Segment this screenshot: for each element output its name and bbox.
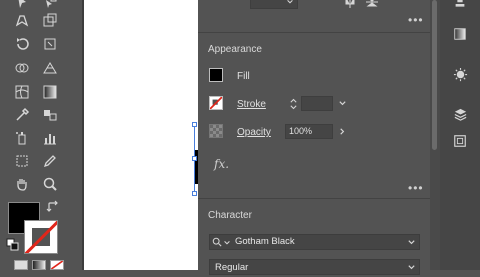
align-panel-icon[interactable] <box>450 0 470 14</box>
selection-handle-top[interactable] <box>192 122 197 127</box>
rotate-tool-icon[interactable] <box>12 34 32 54</box>
selection-handle-bottom[interactable] <box>192 191 197 196</box>
flip-horizontal-icon[interactable] <box>344 0 356 8</box>
transform-chevron-icon[interactable] <box>284 0 296 8</box>
transform-more-options-icon[interactable]: ••• <box>408 13 424 27</box>
default-fill-stroke-icon[interactable] <box>6 238 20 252</box>
tools-panel <box>0 0 82 270</box>
column-graph-tool-icon[interactable] <box>40 128 60 148</box>
font-search-icon <box>212 237 222 252</box>
opacity-expand-icon[interactable] <box>336 125 348 137</box>
fill-label: Fill <box>237 71 250 82</box>
font-style-value: Regular <box>215 262 249 273</box>
opacity-field[interactable]: 100% <box>285 124 333 139</box>
opacity-checker-icon[interactable] <box>209 124 223 138</box>
font-family-value: Gotham Black <box>235 236 295 247</box>
artboard-tool-icon[interactable] <box>40 10 60 30</box>
stroke-color-swatch[interactable] <box>24 220 58 254</box>
panel-scrollbar-thumb[interactable] <box>432 0 437 150</box>
layers-panel-icon[interactable] <box>450 104 470 124</box>
font-search-chevron-icon <box>223 238 231 252</box>
gradient-panel-icon[interactable] <box>450 24 470 44</box>
symbol-sprayer-tool-icon[interactable] <box>12 128 32 148</box>
appearance-panel-icon[interactable] <box>450 64 470 84</box>
font-family-chevron-icon <box>407 238 416 252</box>
blend-tool-icon[interactable] <box>40 105 60 125</box>
flip-vertical-icon[interactable] <box>366 0 378 8</box>
stroke-swatch[interactable] <box>209 96 223 110</box>
font-family-dropdown[interactable]: Gotham Black <box>209 234 420 250</box>
appearance-more-options-icon[interactable]: ••• <box>408 181 424 195</box>
stroke-weight-dropdown-icon[interactable] <box>336 97 348 109</box>
panel-divider <box>198 32 430 33</box>
pen-tool-icon[interactable] <box>12 10 32 30</box>
pencil-tool-icon[interactable] <box>40 151 60 171</box>
opacity-label[interactable]: Opacity <box>237 127 271 138</box>
character-section-title: Character <box>208 210 252 221</box>
mesh-tool-icon[interactable] <box>12 82 32 102</box>
font-style-dropdown[interactable]: Regular <box>209 259 420 275</box>
eyedropper-tool-icon[interactable] <box>12 105 32 125</box>
panel-divider <box>198 198 430 199</box>
none-color-slash <box>25 221 57 253</box>
appearance-section-title: Appearance <box>208 44 262 55</box>
swap-fill-stroke-icon[interactable] <box>46 200 60 214</box>
effects-fx-button[interactable]: fx. <box>214 157 229 171</box>
hand-tool-icon[interactable] <box>12 174 32 194</box>
shape-builder-tool-icon[interactable] <box>12 58 32 78</box>
color-mode-icon[interactable] <box>14 260 28 270</box>
none-mode-icon[interactable] <box>50 260 64 270</box>
slice-tool-icon[interactable] <box>12 151 32 171</box>
free-transform-tool-icon[interactable] <box>40 34 60 54</box>
transform-strip <box>198 0 430 14</box>
artboard-canvas[interactable] <box>84 0 198 270</box>
stroke-weight-stepper-icon[interactable] <box>287 96 299 112</box>
gradient-mode-icon[interactable] <box>32 260 46 270</box>
perspective-grid-tool-icon[interactable] <box>40 58 60 78</box>
selection-handle-middle[interactable] <box>192 156 197 161</box>
gradient-tool-icon[interactable] <box>40 82 60 102</box>
stroke-label[interactable]: Stroke <box>237 99 266 110</box>
fill-swatch[interactable] <box>209 68 223 82</box>
artboards-panel-icon[interactable] <box>450 131 470 151</box>
stroke-weight-field[interactable] <box>301 96 333 111</box>
font-style-chevron-icon <box>407 263 416 277</box>
zoom-tool-icon[interactable] <box>40 174 60 194</box>
